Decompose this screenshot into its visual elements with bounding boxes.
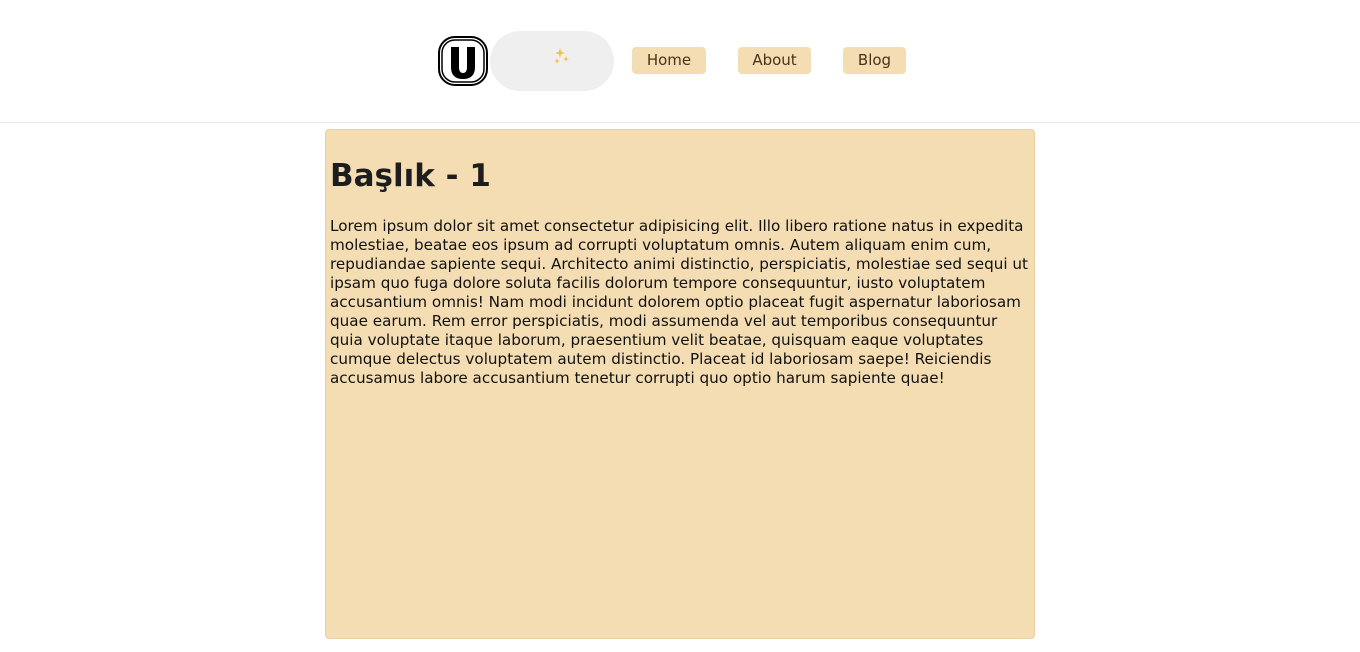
content-card: Başlık - 1 Lorem ipsum dolor sit amet co… [325, 129, 1035, 639]
card-body-text: Lorem ipsum dolor sit amet consectetur a… [330, 217, 1028, 387]
theme-toggle-button[interactable] [490, 31, 614, 91]
u-logo-icon[interactable] [438, 36, 488, 86]
card-title: Başlık - 1 [330, 158, 491, 194]
nav-about-button[interactable]: About [738, 47, 811, 74]
site-header: Home About Blog [0, 0, 1360, 123]
nav-blog-button[interactable]: Blog [843, 47, 906, 74]
nav-home-button[interactable]: Home [632, 47, 706, 74]
moon-stars-icon [529, 38, 575, 84]
